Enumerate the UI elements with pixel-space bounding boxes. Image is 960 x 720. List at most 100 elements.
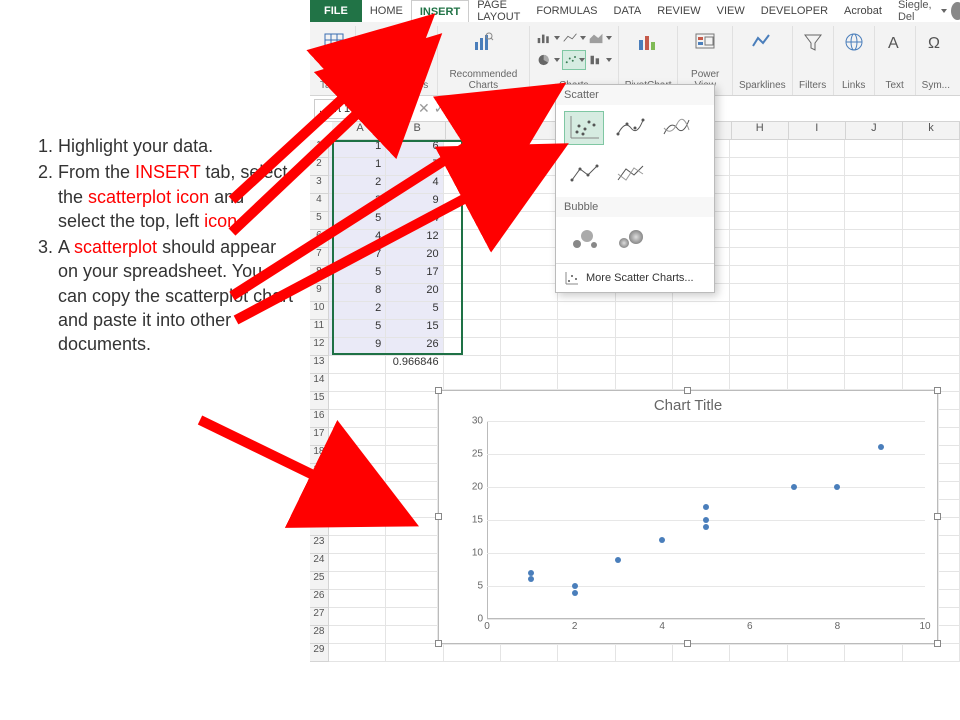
cell[interactable] (386, 464, 443, 482)
cell[interactable] (845, 356, 902, 374)
cell[interactable] (329, 500, 386, 518)
cell[interactable] (730, 284, 787, 302)
cell[interactable] (501, 230, 558, 248)
cell[interactable] (730, 302, 787, 320)
column-header[interactable]: A (332, 122, 389, 140)
row-header[interactable]: 16 (310, 410, 329, 428)
cell[interactable] (329, 536, 386, 554)
row-header[interactable]: 5 (310, 212, 329, 230)
cell[interactable] (903, 320, 960, 338)
tab-acrobat[interactable]: Acrobat (836, 0, 890, 22)
cell[interactable] (788, 248, 845, 266)
cell[interactable]: 2 (329, 302, 386, 320)
cell[interactable] (903, 284, 960, 302)
cell[interactable] (329, 518, 386, 536)
cell[interactable] (730, 248, 787, 266)
data-point[interactable] (572, 590, 578, 596)
cell[interactable] (730, 230, 787, 248)
apps-icon[interactable] (403, 28, 431, 56)
row-header[interactable]: 10 (310, 302, 329, 320)
cell[interactable] (673, 356, 730, 374)
chart-pie-icon[interactable] (536, 50, 560, 70)
column-header[interactable]: H (732, 122, 789, 140)
cell[interactable]: 6 (386, 140, 443, 158)
row-header[interactable]: 23 (310, 536, 329, 554)
cell[interactable] (444, 248, 501, 266)
row-header[interactable]: 6 (310, 230, 329, 248)
cell[interactable] (501, 356, 558, 374)
cell[interactable] (329, 644, 386, 662)
cell[interactable] (903, 644, 960, 662)
power-view-icon[interactable] (691, 28, 719, 56)
row-header[interactable]: 8 (310, 266, 329, 284)
cell[interactable] (616, 302, 673, 320)
cell[interactable] (788, 320, 845, 338)
row-header[interactable]: 18 (310, 446, 329, 464)
cell[interactable] (903, 338, 960, 356)
row-header[interactable]: 15 (310, 392, 329, 410)
cell[interactable] (788, 194, 845, 212)
cell[interactable] (903, 248, 960, 266)
cell[interactable] (501, 644, 558, 662)
cell[interactable]: 14 (386, 212, 443, 230)
row-header[interactable]: 28 (310, 626, 329, 644)
cell[interactable] (730, 356, 787, 374)
cell[interactable] (444, 320, 501, 338)
cell[interactable] (845, 284, 902, 302)
row-header[interactable]: 13 (310, 356, 329, 374)
cell[interactable] (845, 644, 902, 662)
filters-icon[interactable] (799, 28, 827, 56)
cell[interactable]: 3 (329, 194, 386, 212)
enter-icon[interactable]: ✓ (434, 100, 446, 116)
row-header[interactable]: 21 (310, 500, 329, 518)
cell[interactable] (386, 482, 443, 500)
row-header[interactable]: 9 (310, 284, 329, 302)
tab-view[interactable]: VIEW (709, 0, 753, 22)
cell[interactable] (788, 230, 845, 248)
resize-handle[interactable] (435, 513, 442, 520)
data-point[interactable] (791, 484, 797, 490)
cell[interactable] (788, 338, 845, 356)
cell[interactable] (845, 320, 902, 338)
cell[interactable]: 5 (386, 302, 443, 320)
cell[interactable] (845, 158, 902, 176)
cell[interactable] (501, 284, 558, 302)
more-scatter-charts[interactable]: More Scatter Charts... (556, 263, 714, 292)
cell[interactable]: 9 (329, 338, 386, 356)
text-icon[interactable]: A (881, 28, 909, 56)
row-header[interactable]: 17 (310, 428, 329, 446)
cell[interactable] (501, 176, 558, 194)
cell[interactable] (730, 320, 787, 338)
cell[interactable]: 7 (329, 248, 386, 266)
cell[interactable] (903, 356, 960, 374)
cell[interactable] (386, 410, 443, 428)
scatter-lines-icon[interactable] (610, 157, 650, 191)
row-header[interactable]: 2 (310, 158, 329, 176)
row-header[interactable]: 27 (310, 608, 329, 626)
cell[interactable]: 1 (329, 140, 386, 158)
column-header[interactable]: J (846, 122, 903, 140)
tab-page-layout[interactable]: PAGE LAYOUT (469, 0, 528, 22)
cell[interactable] (501, 338, 558, 356)
cell[interactable] (329, 392, 386, 410)
cell[interactable] (903, 212, 960, 230)
cell[interactable] (730, 194, 787, 212)
row-header[interactable]: 19 (310, 464, 329, 482)
cell[interactable] (386, 428, 443, 446)
row-header[interactable]: 4 (310, 194, 329, 212)
cell[interactable]: 4 (386, 176, 443, 194)
row-header[interactable]: 26 (310, 590, 329, 608)
cell[interactable] (730, 176, 787, 194)
cell[interactable] (444, 230, 501, 248)
column-header[interactable]: k (903, 122, 960, 140)
cell[interactable] (845, 338, 902, 356)
data-point[interactable] (615, 557, 621, 563)
cell[interactable]: 5 (329, 212, 386, 230)
row-header[interactable]: 24 (310, 554, 329, 572)
cell[interactable] (444, 140, 501, 158)
cell[interactable] (788, 140, 845, 158)
cell[interactable] (845, 140, 902, 158)
cell[interactable] (329, 356, 386, 374)
cell[interactable]: 7 (386, 158, 443, 176)
scatter-chart-object[interactable]: Chart Title 0510152025300246810 (438, 390, 938, 644)
